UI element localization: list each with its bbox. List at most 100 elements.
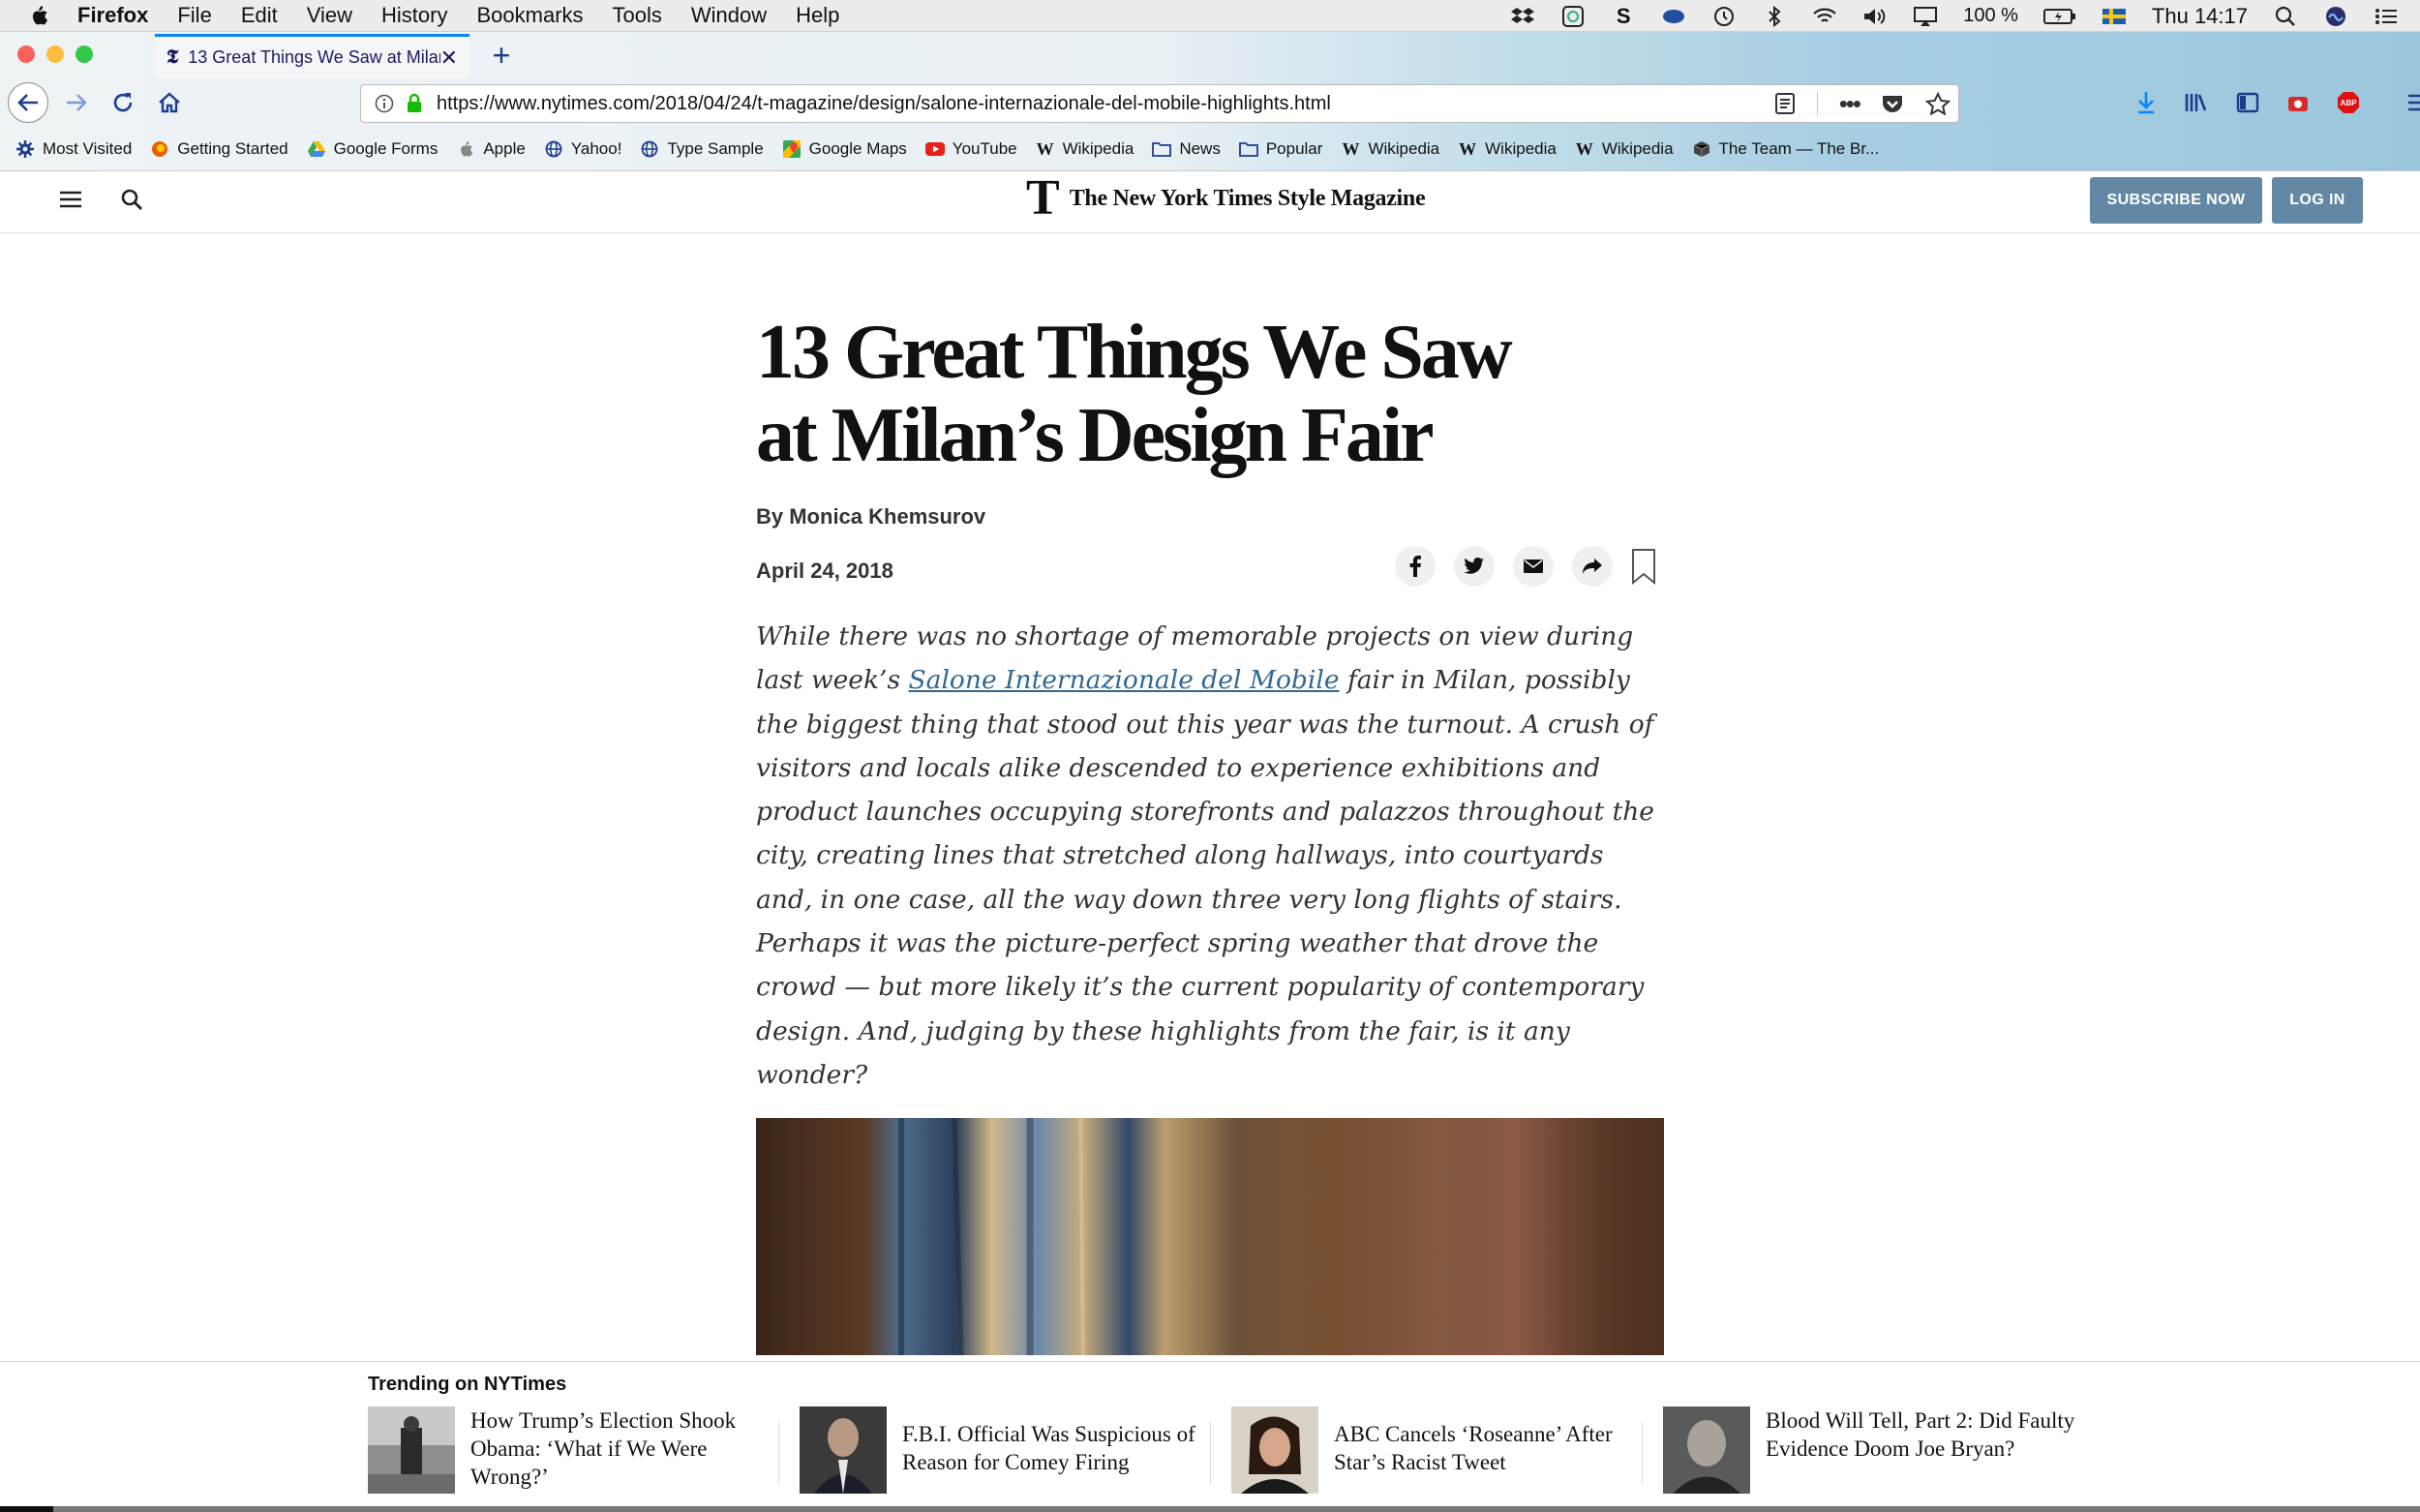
maps-icon (782, 139, 802, 159)
sidebar-icon[interactable] (2236, 92, 2259, 113)
volume-icon[interactable] (1862, 6, 1888, 27)
gear-icon (15, 139, 35, 159)
bookmark-label: Wikipedia (1062, 139, 1134, 158)
bookmark-item[interactable]: W Wikipedia (1458, 139, 1557, 159)
menu-view[interactable]: View (307, 3, 352, 28)
home-button[interactable] (149, 82, 190, 123)
bookmarks-toolbar: Most Visited Getting Started Google Forms A… (0, 127, 2420, 171)
menu-tools[interactable]: Tools (613, 3, 662, 28)
reader-view-icon[interactable] (1774, 92, 1796, 115)
siri-icon[interactable] (2323, 6, 2348, 27)
login-button[interactable]: LOG IN (2272, 177, 2363, 224)
site-info-icon[interactable] (375, 94, 394, 113)
notification-center-icon[interactable] (2374, 6, 2399, 27)
email-share-icon[interactable] (1513, 546, 1554, 587)
bookmark-label: Google Maps (808, 139, 907, 158)
search-icon[interactable] (120, 188, 143, 211)
bookmark-star-icon[interactable] (1925, 92, 1951, 115)
time-machine-icon[interactable] (1711, 6, 1737, 27)
google-drive-icon (307, 139, 326, 159)
subscribe-button[interactable]: SUBSCRIBE NOW (2090, 177, 2262, 224)
blue-app-icon[interactable] (1661, 6, 1686, 27)
trending-headline: How Trump’s Election Shook Obama: ‘What … (470, 1408, 737, 1489)
new-tab-button[interactable]: + (484, 38, 519, 73)
url-bar[interactable]: https://www.nytimes.com/2018/04/24/t-mag… (360, 84, 1959, 123)
menu-edit[interactable]: Edit (241, 3, 278, 28)
menu-clock[interactable]: Thu 14:17 (2152, 4, 2248, 29)
menu-window[interactable]: Window (691, 3, 767, 28)
bookmark-item[interactable]: Getting Started (150, 139, 288, 159)
bookmark-item[interactable]: Yahoo! (544, 139, 621, 159)
tab-active[interactable]: 𝕿 13 Great Things We Saw at Milan ✕ (155, 34, 469, 78)
trending-headline: F.B.I. Official Was Suspicious of Reason… (902, 1422, 1195, 1474)
hero-image (756, 1118, 1664, 1355)
bookmark-item[interactable]: W Wikipedia (1575, 139, 1674, 159)
swedish-flag-icon[interactable] (2102, 6, 2127, 27)
dropbox-icon[interactable] (1510, 6, 1535, 27)
reload-button[interactable] (103, 82, 143, 123)
tab-close-icon[interactable]: ✕ (440, 45, 458, 71)
status-tray: S 100 % Thu 14:17 (1510, 0, 2420, 32)
circle-app-icon[interactable] (1560, 5, 1586, 27)
battery-icon[interactable] (2042, 6, 2076, 27)
bookmark-item[interactable]: News (1152, 139, 1221, 159)
site-logo[interactable]: T The New York Times Style Magazine (1026, 173, 1426, 224)
bookmark-item[interactable]: The Team — The Br... (1692, 139, 1879, 159)
trending-item[interactable]: Blood Will Tell, Part 2: Did Faulty Evid… (1663, 1406, 2079, 1496)
airplay-icon[interactable] (1913, 6, 1938, 27)
bookmark-item[interactable]: Google Maps (782, 139, 907, 159)
twitter-share-icon[interactable] (1454, 546, 1495, 587)
menu-bookmarks[interactable]: Bookmarks (476, 3, 583, 28)
save-bookmark-icon[interactable] (1631, 548, 1656, 585)
trending-headline: ABC Cancels ‘Roseanne’ After Star’s Raci… (1334, 1422, 1613, 1474)
bookmark-item[interactable]: W Wikipedia (1341, 139, 1439, 159)
tab-title: 13 Great Things We Saw at Milan (188, 47, 440, 67)
url-text[interactable]: https://www.nytimes.com/2018/04/24/t-mag… (437, 93, 1331, 115)
s-app-icon[interactable]: S (1611, 4, 1636, 28)
menu-app-name[interactable]: Firefox (77, 3, 148, 28)
firefox-icon (150, 139, 169, 159)
hamburger-menu-icon[interactable] (58, 189, 83, 210)
back-button[interactable] (8, 82, 48, 123)
toolbar-right: ABP (2135, 86, 2420, 119)
menu-history[interactable]: History (381, 3, 447, 28)
bookmark-item[interactable]: Apple (456, 139, 526, 159)
bookmark-item[interactable]: Most Visited (15, 139, 132, 159)
bottom-edge-block (0, 1506, 53, 1512)
open-menu-icon[interactable] (2406, 93, 2420, 112)
more-share-icon[interactable] (1572, 546, 1613, 587)
adblock-plus-icon[interactable]: ABP (2337, 91, 2360, 114)
trending-item[interactable]: F.B.I. Official Was Suspicious of Reason… (800, 1406, 1216, 1496)
page-actions-icon[interactable]: ••• (1839, 91, 1861, 116)
trending-thumbnail (1231, 1406, 1318, 1494)
bookmark-item[interactable]: W Wikipedia (1036, 139, 1134, 159)
forward-button[interactable] (56, 82, 97, 123)
download-icon[interactable] (2135, 90, 2157, 115)
spotlight-search-icon[interactable] (2273, 6, 2298, 27)
article-byline[interactable]: By Monica Khemsurov (756, 504, 985, 529)
pocket-icon[interactable] (1881, 93, 1904, 114)
minimize-window-button[interactable] (46, 45, 64, 63)
wikipedia-icon: W (1036, 138, 1054, 159)
menu-file[interactable]: File (177, 3, 211, 28)
trending-item[interactable]: How Trump’s Election Shook Obama: ‘What … (368, 1406, 784, 1496)
bookmark-label: Wikipedia (1368, 139, 1440, 158)
trending-item[interactable]: ABC Cancels ‘Roseanne’ After Star’s Raci… (1231, 1406, 1648, 1496)
wifi-icon[interactable] (1812, 6, 1837, 27)
bluetooth-icon[interactable] (1762, 5, 1787, 27)
facebook-share-icon[interactable] (1395, 546, 1436, 587)
menu-help[interactable]: Help (796, 3, 839, 28)
bookmark-item[interactable]: Type Sample (640, 139, 764, 159)
apple-menu-icon[interactable] (0, 5, 77, 26)
secure-lock-icon[interactable] (406, 93, 423, 114)
close-window-button[interactable] (17, 45, 35, 63)
trending-thumbnail (800, 1406, 887, 1494)
screenshot-icon[interactable] (2286, 92, 2310, 113)
globe-icon (640, 139, 659, 159)
bookmark-item[interactable]: Google Forms (307, 139, 438, 159)
zoom-window-button[interactable] (76, 45, 93, 63)
salone-link[interactable]: Salone Internazionale del Mobile (909, 665, 1340, 695)
bookmark-item[interactable]: YouTube (924, 139, 1017, 159)
bookmark-item[interactable]: Popular (1238, 139, 1322, 159)
library-icon[interactable] (2184, 91, 2209, 114)
